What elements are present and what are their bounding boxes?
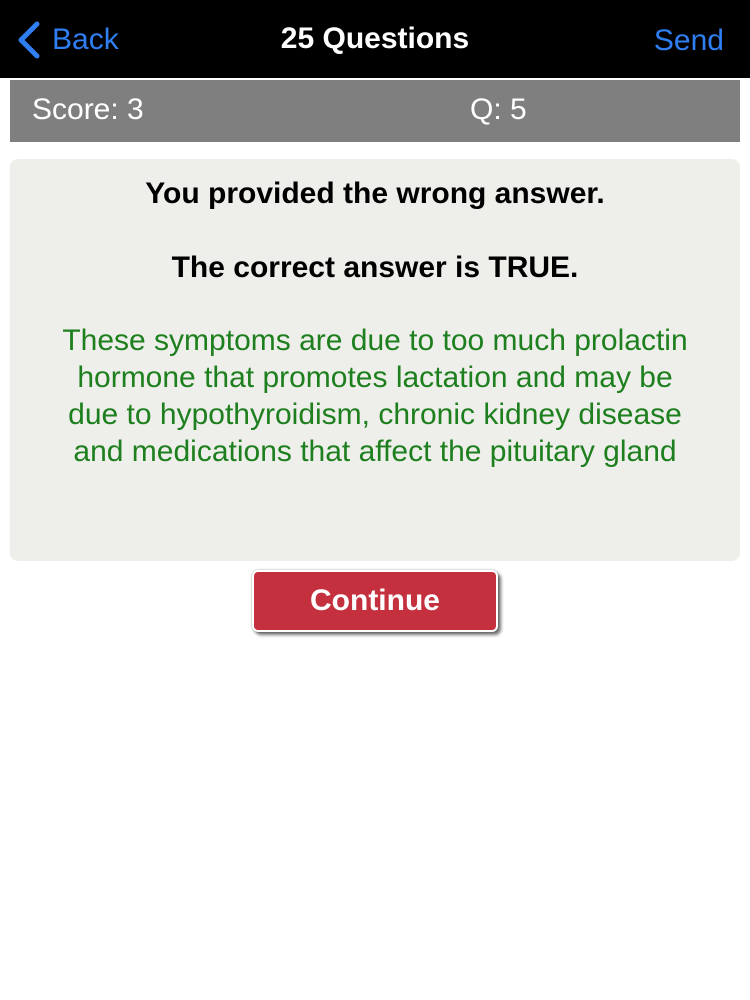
score-label: Score: 3 xyxy=(32,93,144,126)
answer-explanation: These symptoms are due to too much prola… xyxy=(62,324,688,468)
back-button[interactable]: Back xyxy=(16,18,119,62)
correct-answer-message: The correct answer is TRUE. xyxy=(171,251,579,284)
navigation-bar: Back 25 Questions Send xyxy=(0,0,750,78)
wrong-answer-message: You provided the wrong answer. xyxy=(145,177,605,210)
score-bar: Score: 3 Q: 5 xyxy=(10,80,740,142)
back-label: Back xyxy=(52,23,119,56)
chevron-left-icon xyxy=(16,20,52,60)
question-number-label: Q: 5 xyxy=(470,93,527,126)
send-button[interactable]: Send xyxy=(654,24,724,58)
feedback-card: You provided the wrong answer. The corre… xyxy=(10,159,740,561)
continue-button[interactable]: Continue xyxy=(252,570,498,632)
